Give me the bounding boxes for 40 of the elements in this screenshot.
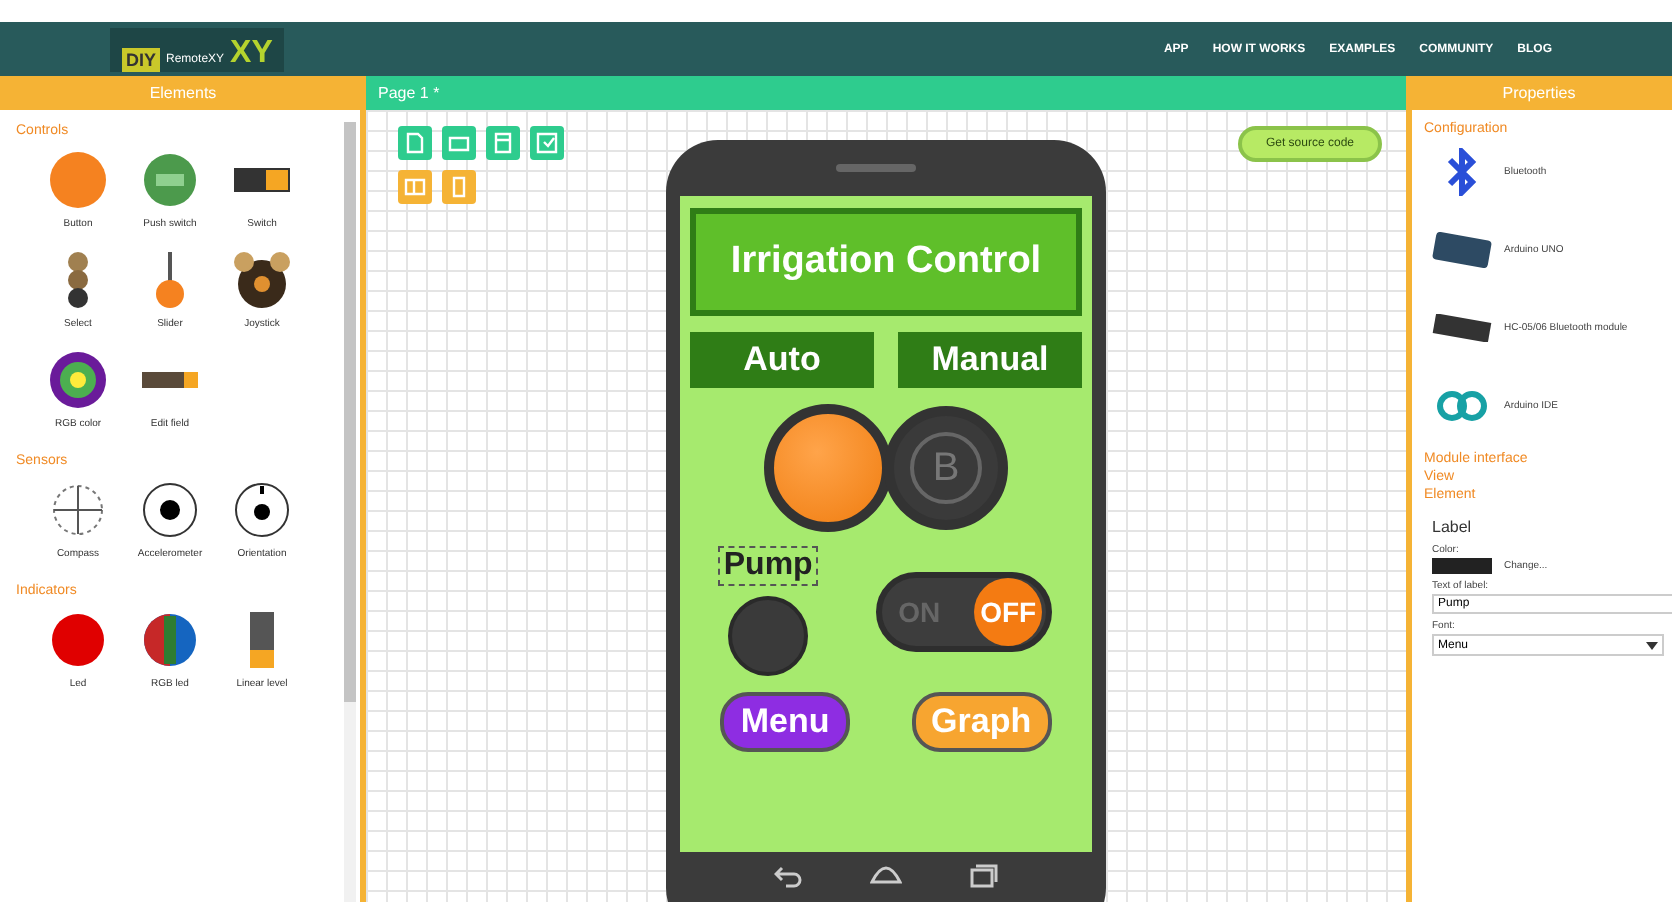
back-icon[interactable] xyxy=(774,864,802,888)
app-title: Irrigation Control xyxy=(690,208,1082,316)
page-tool-button[interactable] xyxy=(398,126,432,160)
infinity-icon xyxy=(1436,390,1488,422)
app-button[interactable]: Menu xyxy=(720,692,850,752)
color-swatch[interactable] xyxy=(1432,558,1492,574)
tool-icon xyxy=(448,132,470,154)
tool-icon xyxy=(536,132,558,154)
push-switch-icon xyxy=(140,150,200,210)
home-icon[interactable] xyxy=(870,864,902,884)
recent-apps-icon[interactable] xyxy=(970,864,998,888)
led-icon xyxy=(48,610,108,670)
tool-icon xyxy=(448,176,470,198)
element-heading: Label xyxy=(1432,518,1474,536)
align-tool-button[interactable] xyxy=(442,170,476,204)
joystick-icon xyxy=(232,250,292,310)
bluetooth-icon xyxy=(1442,148,1482,196)
page-tool-button[interactable] xyxy=(530,126,564,160)
target-icon xyxy=(232,480,292,540)
color-wheel-icon xyxy=(48,350,108,410)
button-icon xyxy=(48,150,108,210)
mode-button[interactable]: Manual xyxy=(898,332,1082,388)
scrollbar[interactable] xyxy=(344,122,356,902)
align-tool-button[interactable] xyxy=(398,170,432,204)
edit-field-icon xyxy=(140,372,200,388)
target-icon xyxy=(140,480,200,540)
page-tool-button[interactable] xyxy=(486,126,520,160)
circuit-board-icon xyxy=(1432,314,1492,342)
panel-header: Properties xyxy=(1406,76,1672,110)
pump-label[interactable]: Pump xyxy=(719,548,817,584)
circuit-board-icon xyxy=(1432,232,1492,268)
page-tool-button[interactable] xyxy=(442,126,476,160)
tool-icon xyxy=(404,132,426,154)
tool-icon xyxy=(404,176,426,198)
tool-icon xyxy=(492,132,514,154)
compass-icon xyxy=(48,480,108,540)
rgb-circle-icon xyxy=(140,610,200,670)
mode-button[interactable]: Auto xyxy=(690,332,874,388)
panel-header: Elements xyxy=(0,76,366,110)
caret-icon xyxy=(1646,641,1658,649)
